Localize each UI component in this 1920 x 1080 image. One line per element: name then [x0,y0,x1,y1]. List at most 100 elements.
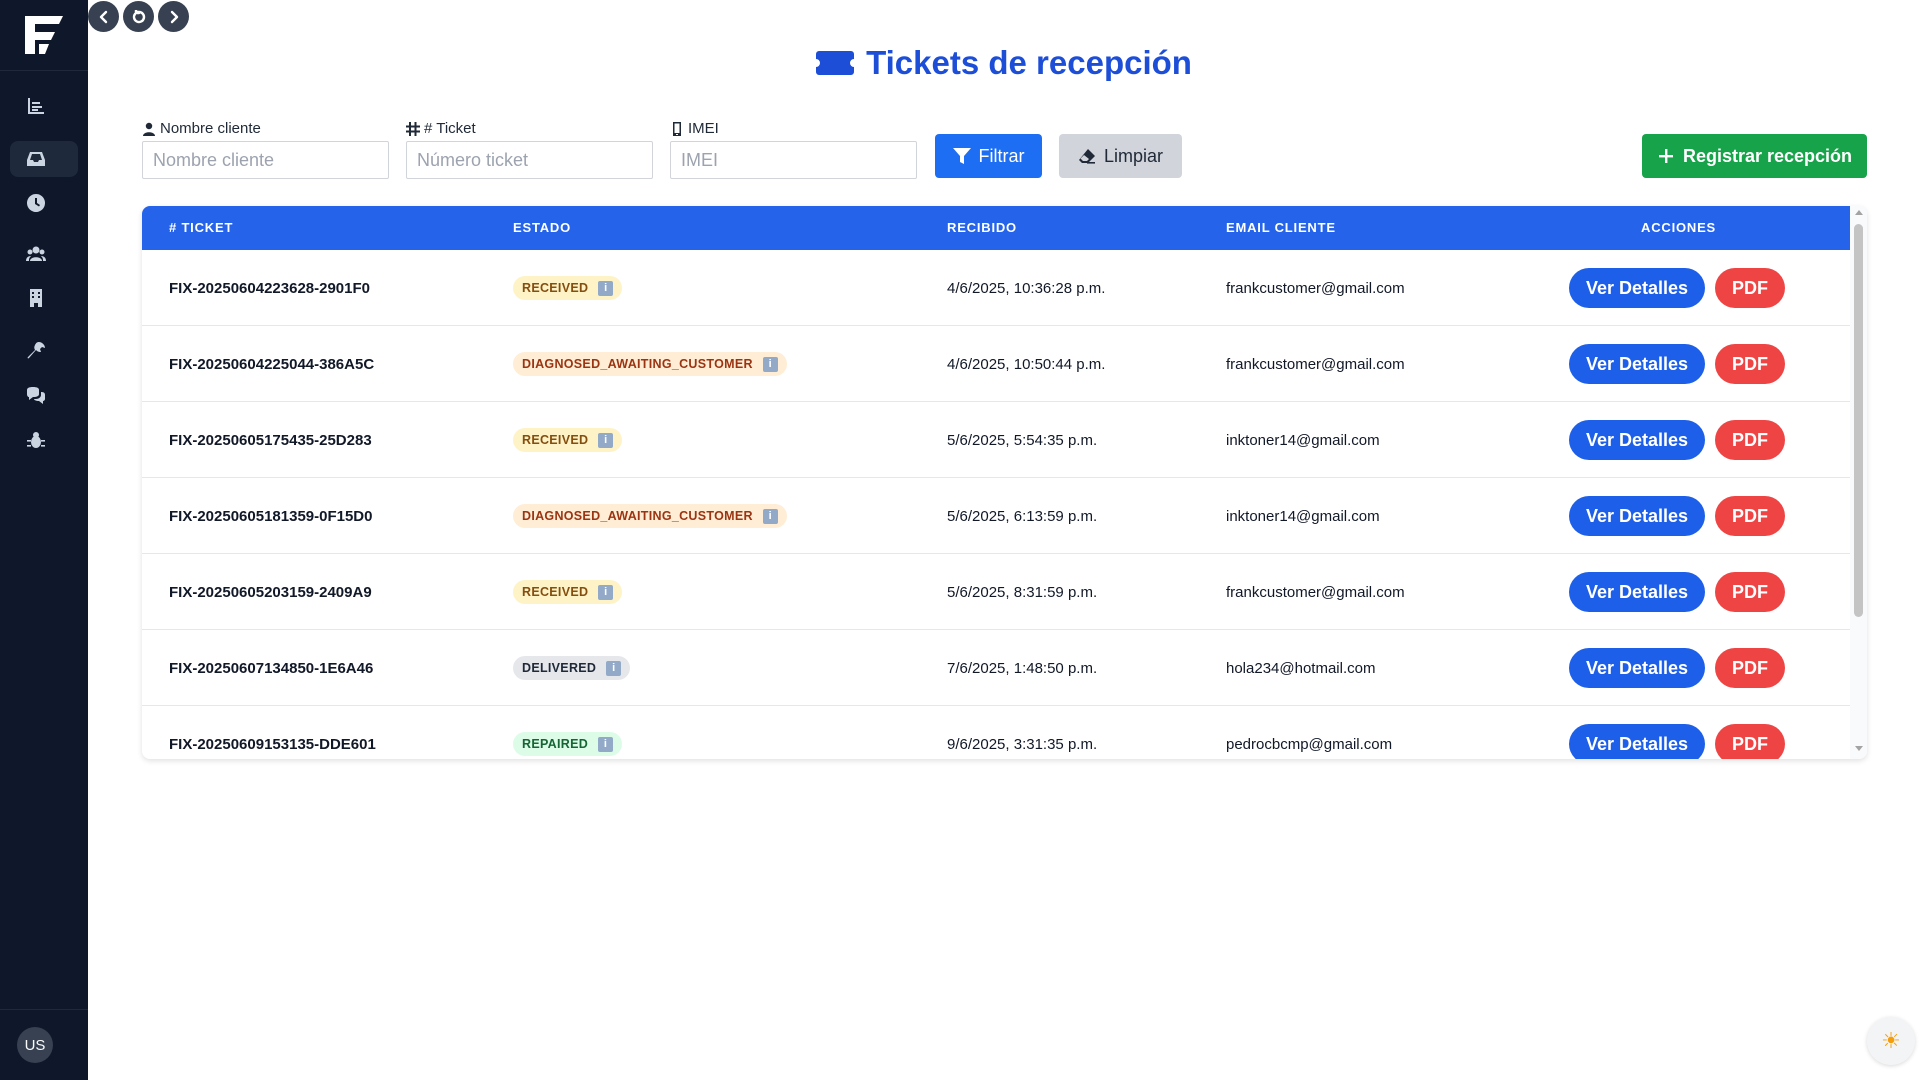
sidebar-item-history[interactable] [10,185,78,221]
info-icon[interactable]: i [762,356,778,372]
info-icon[interactable]: i [598,280,614,296]
page-title: Tickets de recepción [866,44,1192,81]
table-row: FIX-20250605181359-0F15D0 DIAGNOSED_AWAIT… [142,478,1850,554]
view-details-button[interactable]: Ver Detalles [1569,648,1705,688]
column-header-status: ESTADO [513,220,572,235]
scroll-down-arrow[interactable] [1855,746,1863,751]
view-details-button[interactable]: Ver Detalles [1569,496,1705,536]
info-icon[interactable]: i [762,508,778,524]
ticket-id: FIX-20250605181359-0F15D0 [169,507,373,525]
status-cell: RECEIVED i [513,402,623,478]
customer-email: frankcustomer@gmail.com [1226,355,1405,373]
status-badge: RECEIVED i [513,580,623,604]
ticket-id: FIX-20250609153135-DDE601 [169,735,376,753]
pdf-button[interactable]: PDF [1715,496,1785,536]
scroll-up-arrow[interactable] [1855,210,1863,215]
ticket-filter-input[interactable] [406,141,653,179]
customer-email: inktoner14@gmail.com [1226,507,1380,525]
status-cell: DIAGNOSED_AWAITING_CUSTOMER i [513,478,787,554]
clear-button[interactable]: Limpiar [1059,134,1182,178]
info-icon[interactable]: i [598,584,614,600]
customer-email: frankcustomer@gmail.com [1226,583,1405,601]
received-date: 4/6/2025, 10:36:28 p.m. [947,279,1106,297]
pdf-button[interactable]: PDF [1715,344,1785,384]
ticket-filter-label: # Ticket [406,120,476,137]
view-details-button[interactable]: Ver Detalles [1569,724,1705,759]
sidebar-item-messages[interactable] [10,378,78,414]
status-text: RECEIVED [522,585,589,599]
customer-email: frankcustomer@gmail.com [1226,279,1405,297]
reload-button[interactable] [123,1,154,32]
forward-button[interactable] [158,1,189,32]
pdf-button[interactable]: PDF [1715,724,1785,759]
info-icon[interactable]: i [598,736,614,752]
imei-filter-input[interactable] [670,141,917,179]
pdf-button[interactable]: PDF [1715,648,1785,688]
sidebar-item-customers[interactable] [10,236,78,272]
status-text: REPAIRED [522,737,589,751]
customer-email: inktoner14@gmail.com [1226,431,1380,449]
sun-icon: ☀ [1881,1028,1901,1053]
ticket-id: FIX-20250607134850-1E6A46 [169,659,374,677]
received-date: 9/6/2025, 3:31:35 p.m. [947,735,1098,753]
sidebar-item-branches[interactable] [10,280,78,316]
register-reception-button[interactable]: Registrar recepción [1642,134,1867,178]
page-header: Tickets de recepción [88,44,1920,82]
status-badge: RECEIVED i [513,428,623,452]
status-text: DIAGNOSED_AWAITING_CUSTOMER [522,357,753,371]
status-cell: RECEIVED i [513,250,623,326]
status-text: DIAGNOSED_AWAITING_CUSTOMER [522,509,753,523]
view-details-button[interactable]: Ver Detalles [1569,420,1705,460]
status-text: RECEIVED [522,433,589,447]
column-header-actions: ACCIONES [1641,220,1717,235]
sidebar-item-repairs[interactable] [10,333,78,369]
sidebar-item-bugs[interactable] [10,422,78,458]
sidebar-item-dashboard[interactable] [10,88,78,124]
table-row: FIX-20250605175435-25D283 RECEIVED i 5/6/20… [142,402,1850,478]
info-icon[interactable]: i [598,432,614,448]
sidebar-item-receptions[interactable] [10,141,78,177]
table-row: FIX-20250605203159-2409A9 RECEIVED i 5/6/20… [142,554,1850,630]
sidebar-divider [0,1009,88,1010]
hash-icon [406,121,420,136]
received-date: 4/6/2025, 10:50:44 p.m. [947,355,1106,373]
info-icon[interactable]: i [606,660,622,676]
table-row: FIX-20250609153135-DDE601 REPAIRED i 9/6/20… [142,706,1850,759]
ticket-id: FIX-20250605175435-25D283 [169,431,372,449]
view-details-button[interactable]: Ver Detalles [1569,268,1705,308]
table-scrollbar[interactable] [1850,206,1867,759]
status-badge: DELIVERED i [513,656,631,680]
tickets-table: # TICKET ESTADO RECIBIDO EMAIL CLIENTE A… [142,206,1867,759]
user-avatar[interactable]: US [17,1027,53,1063]
status-cell: RECEIVED i [513,554,623,630]
table-row: FIX-20250607134850-1E6A46 DELIVERED i 7/6/2… [142,630,1850,706]
view-details-button[interactable]: Ver Detalles [1569,344,1705,384]
filter-button[interactable]: Filtrar [935,134,1042,178]
theme-toggle-button[interactable]: ☀ [1867,1017,1915,1065]
pdf-button[interactable]: PDF [1715,420,1785,460]
scrollbar-thumb[interactable] [1854,224,1863,617]
pdf-button[interactable]: PDF [1715,268,1785,308]
plus-icon [1658,149,1673,163]
back-button[interactable] [88,1,119,32]
name-filter-input[interactable] [142,141,389,179]
app-logo[interactable] [21,12,67,58]
column-header-ticket: # TICKET [169,220,234,235]
status-cell: DELIVERED i [513,630,631,706]
chevron-left-icon [99,10,107,23]
status-text: RECEIVED [522,281,589,295]
customer-email: pedrocbcmp@gmail.com [1226,735,1393,753]
view-details-button[interactable]: Ver Detalles [1569,572,1705,612]
ticket-id: FIX-20250604223628-2901F0 [169,279,370,297]
received-date: 7/6/2025, 1:48:50 p.m. [947,659,1098,677]
status-cell: REPAIRED i [513,706,623,759]
table-row: FIX-20250604223628-2901F0 RECEIVED i 4/6/20… [142,250,1850,326]
received-date: 5/6/2025, 6:13:59 p.m. [947,507,1098,525]
received-date: 5/6/2025, 8:31:59 p.m. [947,583,1098,601]
pdf-button[interactable]: PDF [1715,572,1785,612]
table-header: # TICKET ESTADO RECIBIDO EMAIL CLIENTE A… [142,206,1850,250]
clock-icon [27,194,46,212]
sidebar: US [0,0,88,1080]
phone-icon [673,121,681,136]
reload-icon [132,9,145,23]
